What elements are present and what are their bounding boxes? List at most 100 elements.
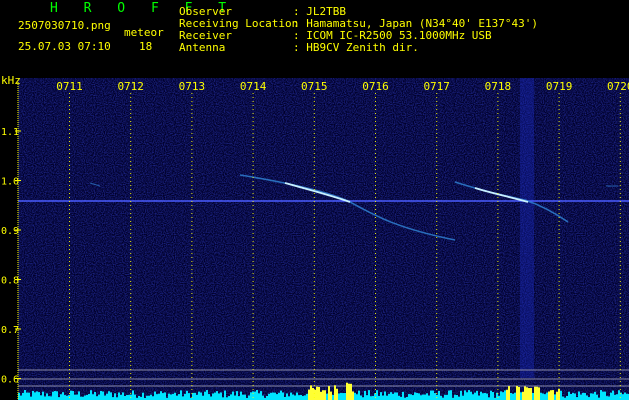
level-bar [356, 394, 358, 400]
level-bar [114, 393, 116, 400]
level-bar [580, 394, 582, 400]
y-tick-label: 1.1 [1, 127, 19, 138]
level-bar [232, 391, 234, 400]
level-bar [438, 390, 440, 400]
level-bar [388, 393, 390, 400]
level-bar [566, 395, 568, 400]
level-bar [412, 395, 414, 400]
x-tick-label: 0718 [485, 80, 512, 93]
level-bar [458, 396, 460, 400]
level-bar [260, 391, 262, 400]
level-bar [110, 392, 112, 400]
level-bar [70, 390, 72, 400]
level-bar [28, 392, 30, 400]
level-bar [516, 385, 518, 400]
level-bar [178, 394, 180, 400]
level-bar [524, 386, 526, 400]
level-bar [38, 392, 40, 400]
level-bar [42, 391, 44, 400]
level-bar [288, 396, 290, 400]
level-bar [408, 394, 410, 400]
level-bar [120, 394, 122, 400]
level-bar [346, 382, 348, 400]
level-bar [370, 396, 372, 400]
level-bar [150, 394, 152, 400]
level-bar [236, 391, 238, 400]
level-bar [350, 383, 352, 400]
level-bar [256, 390, 258, 400]
level-bar [418, 393, 420, 400]
level-bar [224, 390, 226, 400]
level-bar [386, 395, 388, 400]
spectrogram: kHz1.11.00.90.80.70.6 0711 0712 0713 0714 07… [1, 74, 629, 400]
level-bar [134, 394, 136, 400]
level-bar [54, 391, 56, 400]
level-bar [486, 393, 488, 400]
level-bar [282, 392, 284, 400]
level-bar [600, 390, 602, 400]
level-bar [616, 394, 618, 400]
level-bar [542, 393, 544, 400]
level-bar [518, 387, 520, 400]
level-bar [382, 395, 384, 400]
level-bar [422, 394, 424, 400]
level-bar [416, 392, 418, 400]
level-bar [32, 390, 34, 400]
level-bar [586, 395, 588, 400]
level-bar [410, 394, 412, 400]
level-bar [148, 395, 150, 400]
level-bar [158, 393, 160, 400]
level-bar [340, 392, 342, 400]
level-bar [216, 391, 218, 400]
level-bar [490, 390, 492, 400]
level-bar [272, 392, 274, 400]
level-bar [214, 392, 216, 400]
level-bar [348, 383, 350, 400]
level-bar [44, 396, 46, 400]
x-tick-label: 0719 [546, 80, 573, 93]
level-bar [290, 392, 292, 400]
level-bar [514, 392, 516, 400]
level-bar [604, 391, 606, 400]
level-bar [316, 386, 318, 400]
level-bar [606, 396, 608, 400]
level-bar [594, 391, 596, 400]
level-bar [118, 392, 120, 400]
level-bar [312, 387, 314, 400]
level-bar [612, 390, 614, 400]
level-bar [64, 395, 66, 400]
level-bar [172, 393, 174, 400]
level-bar [360, 395, 362, 400]
level-bar [26, 392, 28, 400]
level-bar [528, 388, 530, 400]
level-bar [94, 391, 96, 400]
level-bar [234, 395, 236, 400]
level-bar [250, 392, 252, 400]
x-tick-label: 0717 [423, 80, 450, 93]
level-bar [536, 386, 538, 400]
level-bar [618, 390, 620, 400]
level-bar [230, 394, 232, 400]
level-bar [540, 392, 542, 400]
x-tick-label: 0720 [607, 80, 629, 93]
level-bar [440, 395, 442, 400]
level-bar [154, 391, 156, 400]
level-bar [62, 392, 64, 400]
level-bar [86, 394, 88, 400]
level-bar [306, 393, 308, 400]
level-bar [334, 385, 336, 400]
level-bar [34, 392, 36, 400]
level-bar [90, 390, 92, 400]
level-bar [74, 394, 76, 400]
level-bar [258, 393, 260, 400]
level-bar [384, 391, 386, 400]
level-bar [354, 392, 356, 400]
level-bar [570, 394, 572, 400]
level-bar [22, 392, 24, 400]
level-bar [504, 390, 506, 400]
level-bar [164, 392, 166, 400]
level-bar [450, 390, 452, 400]
level-bar [240, 391, 242, 400]
x-tick-label: 0711 [56, 80, 83, 93]
level-bar [254, 391, 256, 400]
